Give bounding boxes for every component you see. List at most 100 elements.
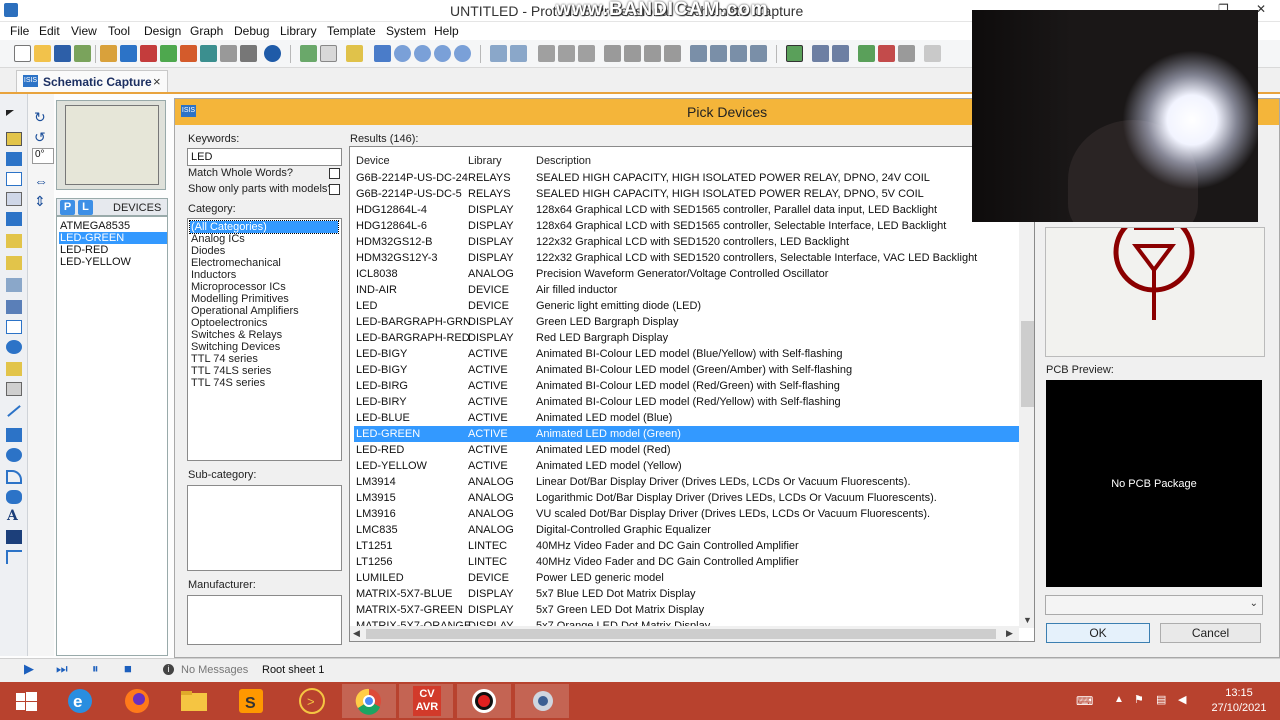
remove-sheet-icon[interactable] bbox=[878, 45, 895, 62]
stop-icon[interactable]: ■ bbox=[124, 661, 132, 676]
device-pins-icon[interactable] bbox=[6, 278, 22, 292]
package-tool-icon[interactable] bbox=[730, 45, 747, 62]
firefox-icon[interactable] bbox=[110, 684, 164, 718]
result-row[interactable]: ICL8038 ANALOG Precision Waveform Generato… bbox=[354, 266, 1019, 282]
result-row[interactable]: LED-BARGRAPH-RED DISPLAY Red LED Bargraph … bbox=[354, 330, 1019, 346]
result-row[interactable]: LM3915 ANALOG Logarithmic Dot/Bar Display … bbox=[354, 490, 1019, 506]
column-device[interactable]: Device bbox=[356, 155, 390, 167]
menu-file[interactable]: File bbox=[10, 24, 29, 38]
result-row[interactable]: LED-RED ACTIVE Animated LED model (Red) bbox=[354, 442, 1019, 458]
system-clock[interactable]: 13:15 27/10/2021 bbox=[1200, 686, 1278, 716]
action-center-icon[interactable]: ⚑ bbox=[1134, 693, 1144, 706]
results-horizontal-scrollbar[interactable]: ◀ ▶ bbox=[350, 626, 1019, 641]
pan-icon[interactable] bbox=[374, 45, 391, 62]
column-library[interactable]: Library bbox=[468, 155, 502, 167]
category-item[interactable]: Switches & Relays bbox=[190, 329, 338, 341]
scroll-right-icon[interactable]: ▶ bbox=[1006, 628, 1013, 639]
manufacturer-list[interactable] bbox=[187, 595, 342, 645]
wire-autorouter-icon[interactable] bbox=[786, 45, 803, 62]
subcircuit-icon[interactable] bbox=[6, 234, 22, 248]
block-copy-icon[interactable] bbox=[604, 45, 621, 62]
zoom-all-icon[interactable] bbox=[434, 45, 451, 62]
path-icon[interactable] bbox=[6, 490, 22, 504]
volume-icon[interactable]: ◀ bbox=[1178, 693, 1186, 706]
result-row[interactable]: HDG12864L-6 DISPLAY 128x64 Graphical LCD w… bbox=[354, 218, 1019, 234]
block-delete-icon[interactable] bbox=[664, 45, 681, 62]
search-tag-icon[interactable] bbox=[812, 45, 829, 62]
device-item[interactable]: ATMEGA8535 bbox=[59, 220, 167, 232]
tab-schematic-capture[interactable]: ISIS Schematic Capture × bbox=[16, 70, 168, 92]
paste-icon[interactable] bbox=[578, 45, 595, 62]
menu-tool[interactable]: Tool bbox=[108, 24, 130, 38]
horizontal-scroll-thumb[interactable] bbox=[366, 629, 996, 639]
category-item[interactable]: TTL 74 series bbox=[190, 353, 338, 365]
result-row[interactable]: G6B-2214P-US-DC-24 RELAYS SEALED HIGH CAPA… bbox=[354, 170, 1019, 186]
rotate-anticlockwise-icon[interactable]: ↺ bbox=[34, 130, 50, 144]
close-tab-icon[interactable]: × bbox=[153, 74, 161, 89]
open-folder-icon[interactable] bbox=[34, 45, 51, 62]
grid-icon[interactable] bbox=[320, 45, 337, 62]
result-row[interactable]: LED-BLUE ACTIVE Animated LED model (Blue) bbox=[354, 410, 1019, 426]
result-row[interactable]: LED-BIGY ACTIVE Animated BI-Colour LED mod… bbox=[354, 362, 1019, 378]
show-only-models-checkbox[interactable] bbox=[329, 184, 340, 195]
help-icon[interactable] bbox=[264, 45, 281, 62]
voltage-probe-icon[interactable] bbox=[6, 362, 22, 376]
markers-icon[interactable] bbox=[6, 550, 22, 564]
result-row[interactable]: HDM32GS12Y-3 DISPLAY 122x32 Graphical LCD … bbox=[354, 250, 1019, 266]
pick-device-icon[interactable] bbox=[690, 45, 707, 62]
result-row[interactable]: MATRIX-5X7-BLUE DISPLAY 5x7 Blue LED Dot M… bbox=[354, 586, 1019, 602]
vertical-scroll-thumb[interactable] bbox=[1021, 321, 1034, 407]
category-item[interactable]: Switching Devices bbox=[190, 341, 338, 353]
netlist-icon[interactable] bbox=[924, 45, 941, 62]
origin-icon[interactable] bbox=[346, 45, 363, 62]
result-row[interactable]: G6B-2214P-US-DC-5 RELAYS SEALED HIGH CAPAC… bbox=[354, 186, 1019, 202]
terminals-icon[interactable] bbox=[6, 256, 22, 270]
result-row[interactable]: LM3914 ANALOG Linear Dot/Bar Display Drive… bbox=[354, 474, 1019, 490]
cut-icon[interactable] bbox=[538, 45, 555, 62]
zoom-area-icon[interactable] bbox=[454, 45, 471, 62]
cvavr-icon[interactable]: CV AVR bbox=[399, 684, 453, 718]
menu-graph[interactable]: Graph bbox=[190, 24, 223, 38]
goto-sheet-icon[interactable] bbox=[898, 45, 915, 62]
mirror-horizontal-icon[interactable]: ⇔ bbox=[34, 174, 50, 188]
result-row[interactable]: IND-AIR DEVICE Air filled inductor bbox=[354, 282, 1019, 298]
messages-status[interactable]: No Messages bbox=[181, 664, 248, 676]
subcategory-list[interactable] bbox=[187, 485, 342, 571]
keywords-input[interactable]: LED bbox=[187, 148, 342, 166]
result-row[interactable]: LT1256 LINTEC 40MHz Video Fader and DC Gai… bbox=[354, 554, 1019, 570]
menu-system[interactable]: System bbox=[386, 24, 426, 38]
decompose-icon[interactable] bbox=[750, 45, 767, 62]
menu-edit[interactable]: Edit bbox=[39, 24, 60, 38]
show-hidden-icons[interactable]: ▲ bbox=[1114, 694, 1124, 705]
make-device-icon[interactable] bbox=[710, 45, 727, 62]
overview-window[interactable] bbox=[56, 100, 166, 190]
3d-icon[interactable] bbox=[160, 45, 177, 62]
text-tool-icon[interactable]: A bbox=[7, 508, 23, 524]
internet-explorer-icon[interactable]: e bbox=[54, 684, 108, 718]
column-description[interactable]: Description bbox=[536, 155, 591, 167]
project-icon[interactable] bbox=[240, 45, 257, 62]
menu-template[interactable]: Template bbox=[327, 24, 376, 38]
bandicam-icon[interactable] bbox=[457, 684, 511, 718]
keyboard-icon[interactable]: ⌨ bbox=[1076, 694, 1093, 708]
refresh-icon[interactable] bbox=[300, 45, 317, 62]
isis-icon[interactable] bbox=[120, 45, 137, 62]
block-move-icon[interactable] bbox=[624, 45, 641, 62]
device-item[interactable]: LED-YELLOW bbox=[59, 256, 167, 268]
category-item[interactable]: Operational Amplifiers bbox=[190, 305, 338, 317]
menu-help[interactable]: Help bbox=[434, 24, 459, 38]
menu-design[interactable]: Design bbox=[144, 24, 181, 38]
proteus-icon[interactable] bbox=[515, 684, 569, 718]
property-tool-icon[interactable] bbox=[832, 45, 849, 62]
graph-mode-icon[interactable] bbox=[6, 300, 22, 314]
copy-icon[interactable] bbox=[558, 45, 575, 62]
redo-icon[interactable] bbox=[510, 45, 527, 62]
notes-icon[interactable] bbox=[220, 45, 237, 62]
undo-icon[interactable] bbox=[490, 45, 507, 62]
result-row[interactable]: LED-BIRY ACTIVE Animated BI-Colour LED mod… bbox=[354, 394, 1019, 410]
pause-icon[interactable]: ⏸ bbox=[92, 661, 99, 677]
result-row[interactable]: MATRIX-5X7-GREEN DISPLAY 5x7 Green LED Dot… bbox=[354, 602, 1019, 618]
result-row[interactable]: LED-YELLOW ACTIVE Animated LED model (Yell… bbox=[354, 458, 1019, 474]
bom-icon[interactable] bbox=[200, 45, 217, 62]
result-row[interactable]: LED-BARGRAPH-GRN DISPLAY Green LED Bargrap… bbox=[354, 314, 1019, 330]
